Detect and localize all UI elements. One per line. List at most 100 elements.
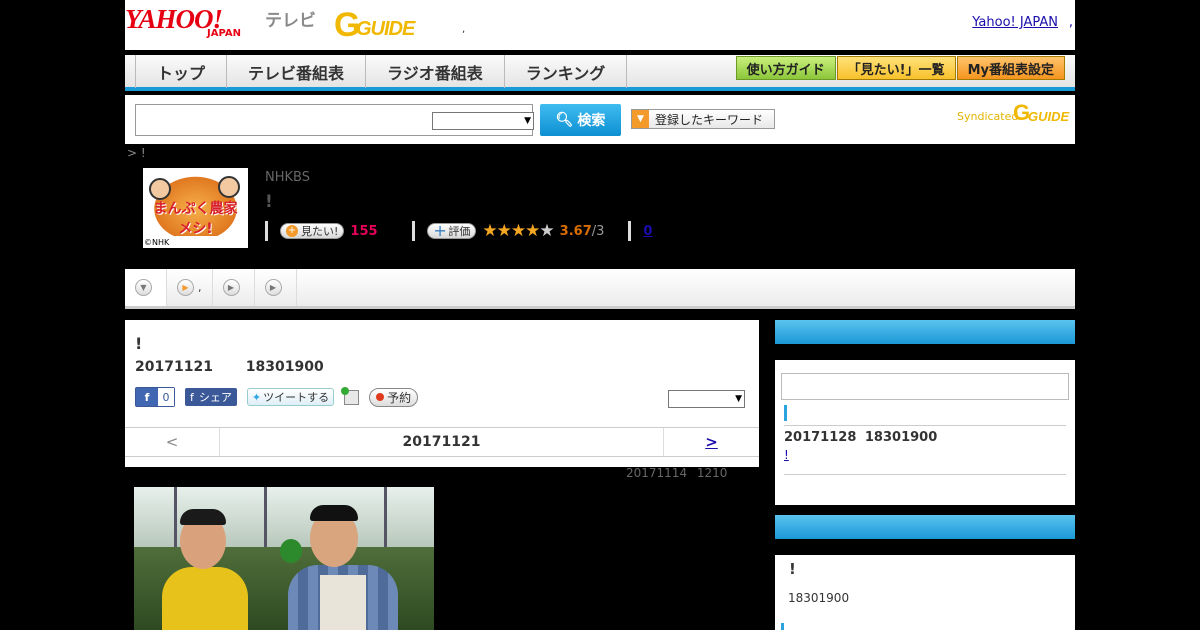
star-icon: ★	[496, 221, 512, 241]
syndicated-label: Syndicated	[957, 110, 1019, 123]
my-listings-settings-button[interactable]: My番組表設定	[956, 56, 1065, 80]
sidebar-program-title: !	[789, 560, 796, 578]
photo-green-pepper	[280, 539, 302, 563]
facebook-share-button[interactable]: f シェア	[185, 388, 237, 406]
photo-person-left-body	[162, 567, 248, 630]
gguide-logo[interactable]: G GUIDE	[334, 6, 434, 44]
saved-keywords-button[interactable]: ▼ 登録したキーワード	[631, 109, 775, 129]
sidebar-program-time: 18301900	[788, 591, 850, 605]
mitai-list-button[interactable]: 「見たい!」一覧	[836, 56, 956, 80]
facebook-share-label: シェア	[198, 391, 232, 404]
star-icon: ★	[510, 221, 526, 241]
nav-tab-top[interactable]: トップ	[136, 55, 228, 88]
episode-datetime: 20171121 18301900	[135, 359, 324, 375]
header-separator: ,	[462, 24, 466, 35]
program-thumbnail: まんぷく農家メシ! ©NHK	[143, 168, 248, 248]
yahoo-japan-logo-text: JAPAN	[207, 28, 241, 39]
rate-label: 評価	[448, 225, 471, 238]
channel-name: NHKBS	[265, 170, 310, 185]
empty-star-icon: ★	[539, 221, 554, 241]
tweet-label: ツイートする	[263, 391, 330, 404]
previous-episode-button[interactable]: <	[125, 428, 220, 456]
twitter-bird-icon: ✦	[251, 390, 262, 404]
program-title: !	[265, 192, 273, 212]
plus-icon: +	[286, 225, 298, 237]
nav-tab-tv-listings[interactable]: テレビ番組表	[227, 55, 367, 88]
nav-utility-buttons: 使い方ガイド 「見たい!」一覧 My番組表設定	[735, 56, 1065, 80]
facebook-like-button[interactable]: f 0	[135, 387, 175, 407]
nav-tab-radio-listings[interactable]: ラジオ番組表	[366, 55, 505, 88]
half-star-icon: ★	[525, 221, 540, 241]
site-header: YAHOO! JAPAN テレビ G GUIDE , Yahoo! JAPAN …	[125, 0, 1075, 50]
syndicated-gguide-text: GUIDE	[1028, 109, 1070, 124]
mitai-button[interactable]: + 見たい!	[280, 223, 345, 239]
main-navigation: トップ テレビ番組表 ラジオ番組表 ランキング 使い方ガイド 「見たい!」一覧 …	[125, 55, 1075, 91]
program-subtabs: ▼ ▶ , ▶ ▶	[125, 269, 1075, 309]
next-episode-link[interactable]: >	[664, 428, 759, 456]
rating-value: 3.67	[559, 223, 592, 239]
pager-date: 20171121	[220, 428, 664, 456]
sidebar-subheader	[775, 539, 1075, 555]
episode-select[interactable]: ▼	[668, 390, 745, 408]
saved-keywords-label: 登録したキーワード	[655, 112, 764, 127]
divider	[412, 221, 416, 241]
record-label: 予約	[387, 390, 412, 405]
star-icon: ★	[482, 221, 497, 241]
rate-button[interactable]: + 評価	[427, 223, 477, 239]
thumbnail-title: まんぷく農家メシ!	[153, 201, 238, 237]
sidebar-header	[775, 515, 1075, 539]
divider	[628, 221, 632, 241]
triangle-down-icon: ▼	[632, 110, 649, 128]
tweet-button[interactable]: ✦ ツイートする	[246, 388, 335, 406]
episode-title: !	[135, 334, 143, 353]
calendar-add-icon[interactable]	[341, 386, 360, 405]
record-dot-icon	[376, 393, 385, 401]
rating-stars: ★★★★★	[482, 221, 554, 241]
record-reserve-button[interactable]: 予約	[369, 387, 419, 407]
thumbnail-face-right	[218, 176, 240, 198]
sidebar-next-broadcast: 20171128 18301900 !	[775, 320, 1075, 505]
episode-pager: < 20171121 >	[125, 427, 759, 457]
sidebar-header	[775, 320, 1075, 344]
nav-tab-ranking[interactable]: ランキング	[505, 55, 628, 88]
next-broadcast-link[interactable]: !	[784, 448, 844, 462]
program-stats: + 見たい! 155 + 評価 ★★★★★ 3.67 /3 0	[265, 220, 652, 242]
search-button-label: 検索	[577, 113, 606, 129]
nav-tabs: トップ テレビ番組表 ラジオ番組表 ランキング	[135, 55, 628, 88]
share-row: f 0 f シェア ✦ ツイートする 予約	[135, 386, 419, 407]
episode-box: ! 20171121 18301900 f 0 f シェア ✦ ツイートする 予…	[125, 320, 759, 467]
episode-photo	[134, 487, 434, 630]
subtab-3[interactable]: ▶	[213, 269, 255, 306]
breadcrumb: > !	[127, 146, 146, 160]
gguide-logo-text: GUIDE	[356, 18, 415, 40]
facebook-like-count: 0	[158, 388, 174, 406]
usage-guide-button[interactable]: 使い方ガイド	[735, 56, 836, 80]
facebook-icon: f	[190, 390, 194, 404]
photo-person-left-hair	[180, 509, 226, 525]
yahoo-japan-link[interactable]: Yahoo! JAPAN	[972, 15, 1058, 30]
chevron-down-icon: ▼	[735, 394, 742, 404]
section-accent	[781, 623, 784, 630]
subtab-4[interactable]: ▶	[255, 269, 297, 306]
search-bar: ▼ 🔍︎ 検索 ▼ 登録したキーワード Syndicated G GUIDE	[125, 95, 1075, 144]
mitai-label: 見たい!	[301, 225, 339, 238]
play-icon: ▶	[222, 279, 240, 296]
subtab-label: ,	[198, 281, 202, 294]
last-updated: 20171114 1210	[626, 466, 728, 480]
play-icon: ▶	[177, 279, 194, 296]
thumbnail-face-left	[149, 178, 171, 200]
mitai-count: 155	[350, 223, 378, 239]
divider	[784, 474, 1066, 475]
tv-label[interactable]: テレビ	[265, 6, 316, 31]
divider	[784, 425, 1066, 426]
subtab-1[interactable]: ▼	[125, 269, 167, 306]
next-broadcast-datetime: 20171128 18301900	[784, 430, 938, 445]
chevron-down-icon: ▼	[524, 116, 531, 126]
sidebar-input[interactable]	[781, 373, 1069, 400]
section-accent	[784, 405, 787, 421]
rating-count: /3	[591, 223, 605, 239]
review-count-link[interactable]: 0	[643, 224, 652, 239]
subtab-2[interactable]: ▶ ,	[167, 269, 213, 306]
search-category-select[interactable]: ▼	[432, 112, 534, 130]
search-button[interactable]: 🔍︎ 検索	[540, 104, 621, 136]
